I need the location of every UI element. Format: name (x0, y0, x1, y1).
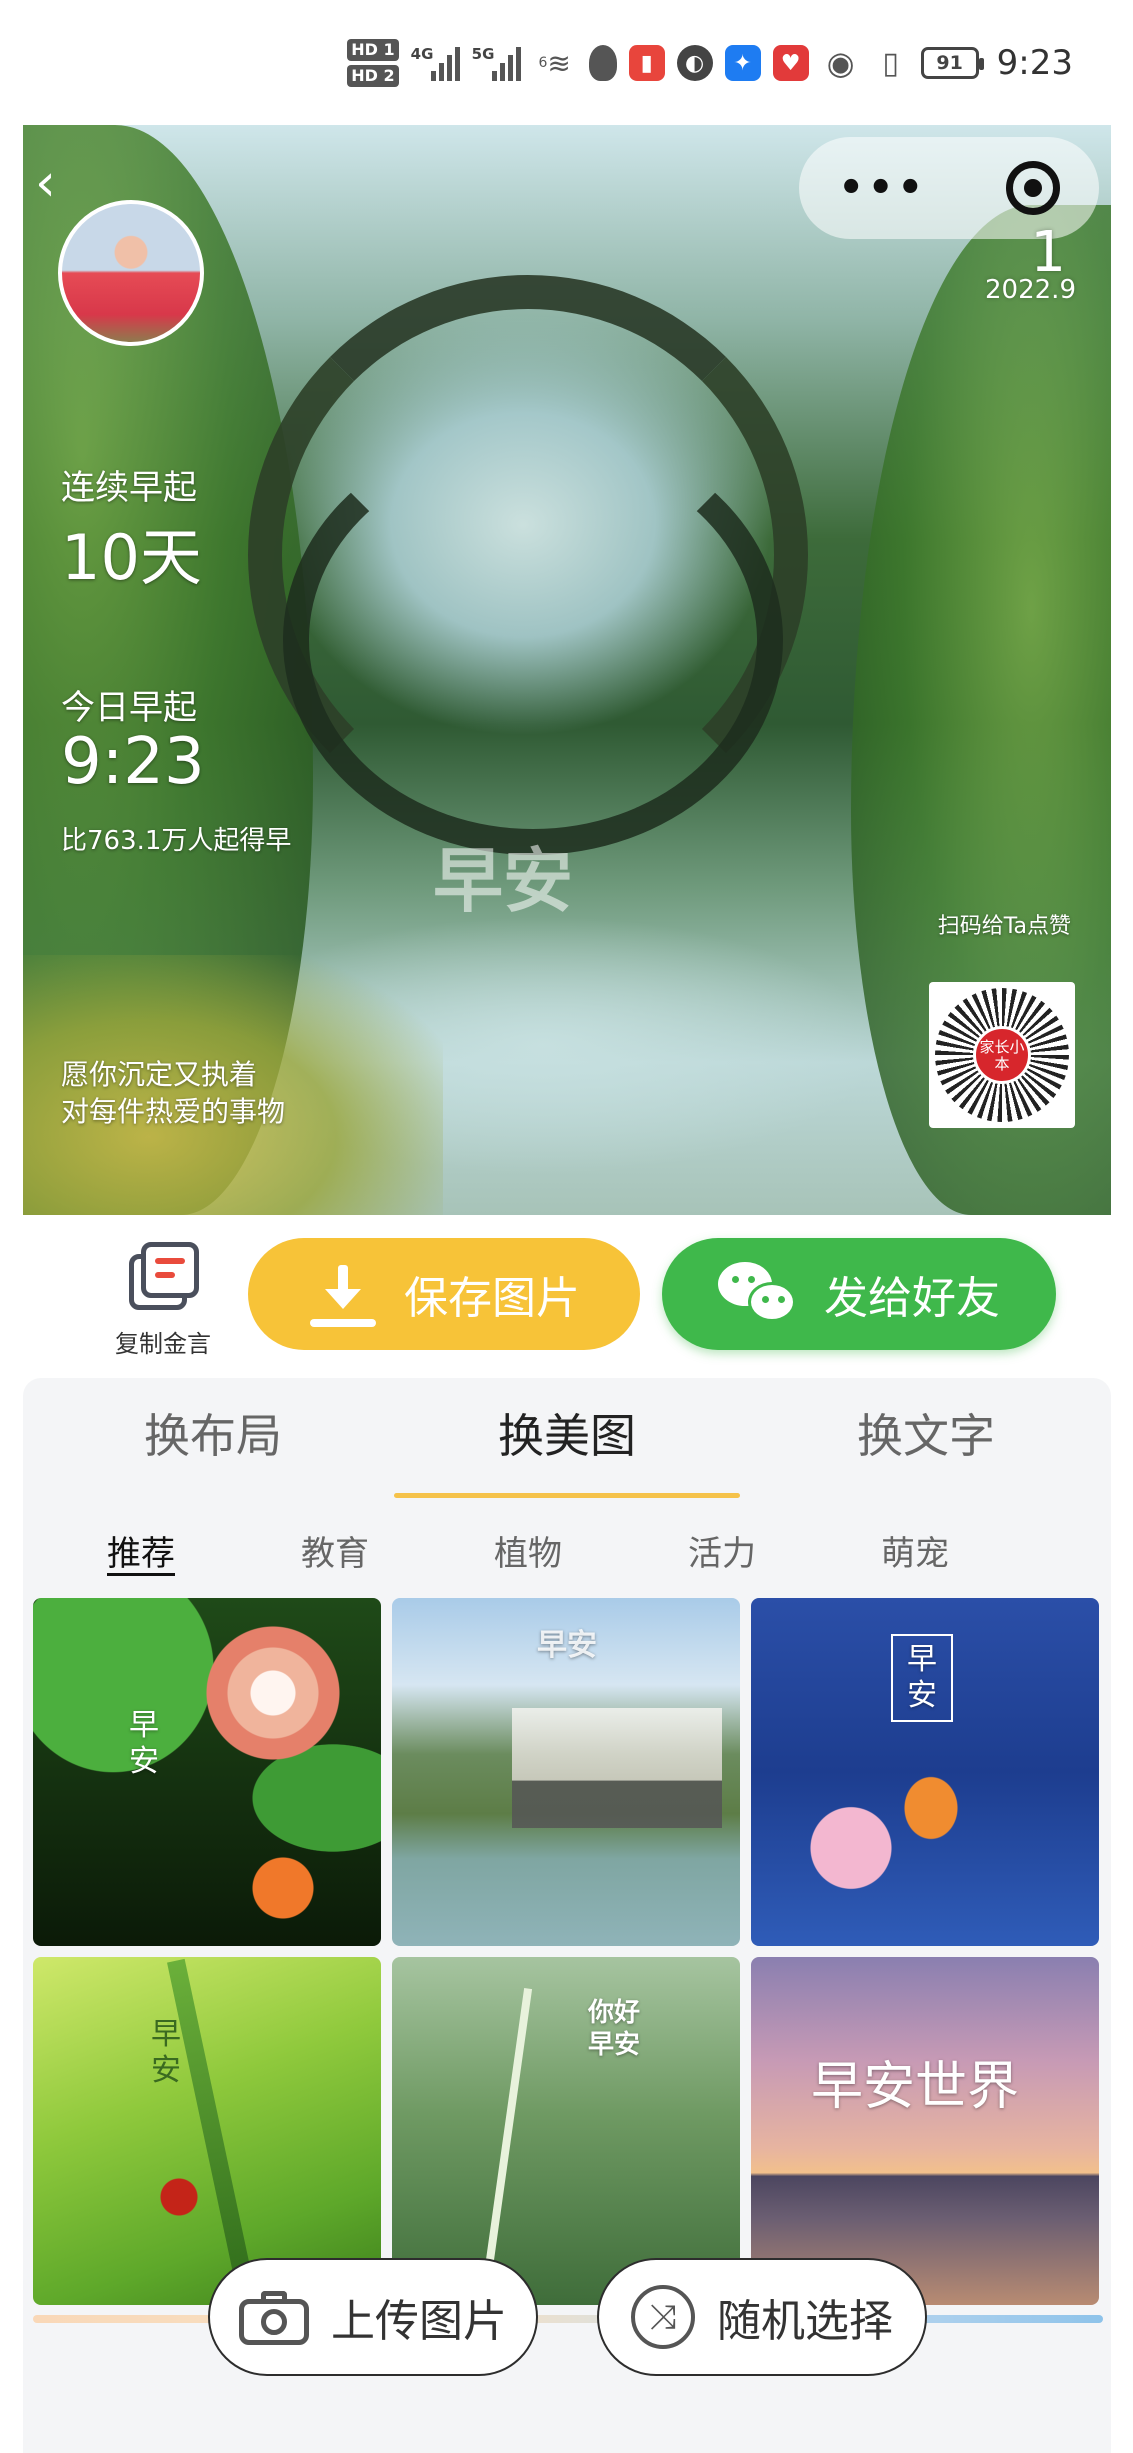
category-recommend[interactable]: 推荐 (71, 1526, 211, 1575)
active-tab-indicator (394, 1493, 740, 1498)
back-icon[interactable]: ‹ (35, 155, 79, 215)
image-tile-sunset-runner[interactable]: 早安世界 (751, 1957, 1099, 2305)
category-pets[interactable]: 萌宠 (845, 1526, 985, 1575)
heart-app-icon: ♥ (772, 45, 809, 81)
category-tabs: 推荐 教育 植物 活力 萌宠 (23, 1516, 1111, 1586)
close-miniprogram-icon[interactable] (1005, 161, 1060, 215)
random-select-label: 随机选择 (717, 2296, 893, 2347)
watermark-text: 早安 (433, 840, 573, 922)
copy-icon (127, 1240, 199, 1312)
today-time: 9:23 (61, 725, 205, 799)
wechat-icon (718, 1262, 798, 1326)
poster-preview: ‹ ••• 1 2022.9 连续早起 10天 今日早起 9:23 比763.1… (23, 125, 1111, 1215)
book-app-icon: ▮ (628, 45, 665, 81)
edit-panel: 换布局 换美图 换文字 推荐 教育 植物 活力 萌宠 早安 早安 早安 早安 你… (23, 1378, 1111, 2453)
save-image-label: 保存图片 (404, 1273, 580, 1324)
category-education[interactable]: 教育 (265, 1526, 405, 1575)
tab-change-text[interactable]: 换文字 (776, 1400, 1076, 1466)
random-select-button[interactable]: ⤨ 随机选择 (597, 2258, 927, 2376)
quote-line-1: 愿你沉定又执着 (61, 1058, 258, 1091)
copy-quote-label: 复制金言 (115, 1330, 211, 1358)
globe-app-icon: ◐ (676, 45, 713, 81)
signal-4g-icon: 4G (411, 45, 460, 81)
vibrate-icon: ▯ (882, 45, 899, 81)
hd-indicators: HD 1 HD 2 (347, 39, 399, 87)
date-year-month: 2022.9 (985, 275, 1076, 305)
image-tile-water-town[interactable]: 早安 (392, 1598, 740, 1946)
shuffle-icon: ⤨ (631, 2285, 695, 2349)
tab-change-layout[interactable]: 换布局 (63, 1400, 363, 1466)
scan-hint: 扫码给Ta点赞 (937, 914, 1071, 939)
download-icon (308, 1259, 378, 1329)
status-time: 9:23 (996, 43, 1073, 83)
send-to-friend-button[interactable]: 发给好友 (662, 1238, 1056, 1350)
qr-code: 家长小本 (929, 982, 1075, 1128)
qr-logo: 家长小本 (973, 1026, 1031, 1084)
signal-5g-icon: 5G (472, 45, 521, 81)
copy-quote-button[interactable]: 复制金言 (108, 1240, 218, 1360)
image-tile-ladybug-grass[interactable]: 早安 (33, 1957, 381, 2305)
avatar (58, 200, 204, 346)
upload-image-button[interactable]: 上传图片 (208, 2258, 538, 2376)
today-label: 今日早起 (61, 688, 197, 728)
category-plants[interactable]: 植物 (458, 1526, 598, 1575)
edit-tabs: 换布局 换美图 换文字 (23, 1378, 1111, 1498)
category-vitality[interactable]: 活力 (652, 1526, 792, 1575)
hd2-badge: HD 2 (347, 65, 399, 87)
image-tile-blue-koi[interactable]: 早安 (751, 1598, 1099, 1946)
status-icons: HD 1 HD 2 4G 5G 6 ≋ ▮ ◐ ✦ ♥ ◉ ▯ 91 9:23 (347, 28, 1073, 98)
hd1-badge: HD 1 (347, 39, 399, 61)
save-image-button[interactable]: 保存图片 (248, 1238, 640, 1350)
send-to-friend-label: 发给好友 (824, 1273, 1000, 1324)
camera-icon (239, 2289, 309, 2345)
image-tile-lotus-koi[interactable]: 早安 (33, 1598, 381, 1946)
bridge-reflection (283, 425, 783, 855)
image-tile-flower-stem[interactable]: 你好早安 (392, 1957, 740, 2305)
bulb-app-icon: ✦ (724, 45, 761, 81)
battery-icon: 91 (920, 47, 984, 79)
rank-text: 比763.1万人起得早 (61, 826, 292, 856)
quote-line-2: 对每件热爱的事物 (61, 1095, 286, 1128)
upload-image-label: 上传图片 (331, 2296, 507, 2347)
more-menu-icon[interactable]: ••• (838, 165, 927, 211)
status-bar: HD 1 HD 2 4G 5G 6 ≋ ▮ ◐ ✦ ♥ ◉ ▯ 91 9:23 (0, 0, 1133, 125)
wifi-icon: 6 ≋ (538, 46, 571, 80)
tab-change-image[interactable]: 换美图 (417, 1400, 717, 1466)
scroll-fade-bar (33, 2315, 1103, 2323)
streak-label: 连续早起 (61, 468, 197, 508)
streak-value: 10天 (61, 521, 202, 594)
eye-icon: ◉ (826, 44, 855, 82)
shield-icon (588, 45, 617, 81)
